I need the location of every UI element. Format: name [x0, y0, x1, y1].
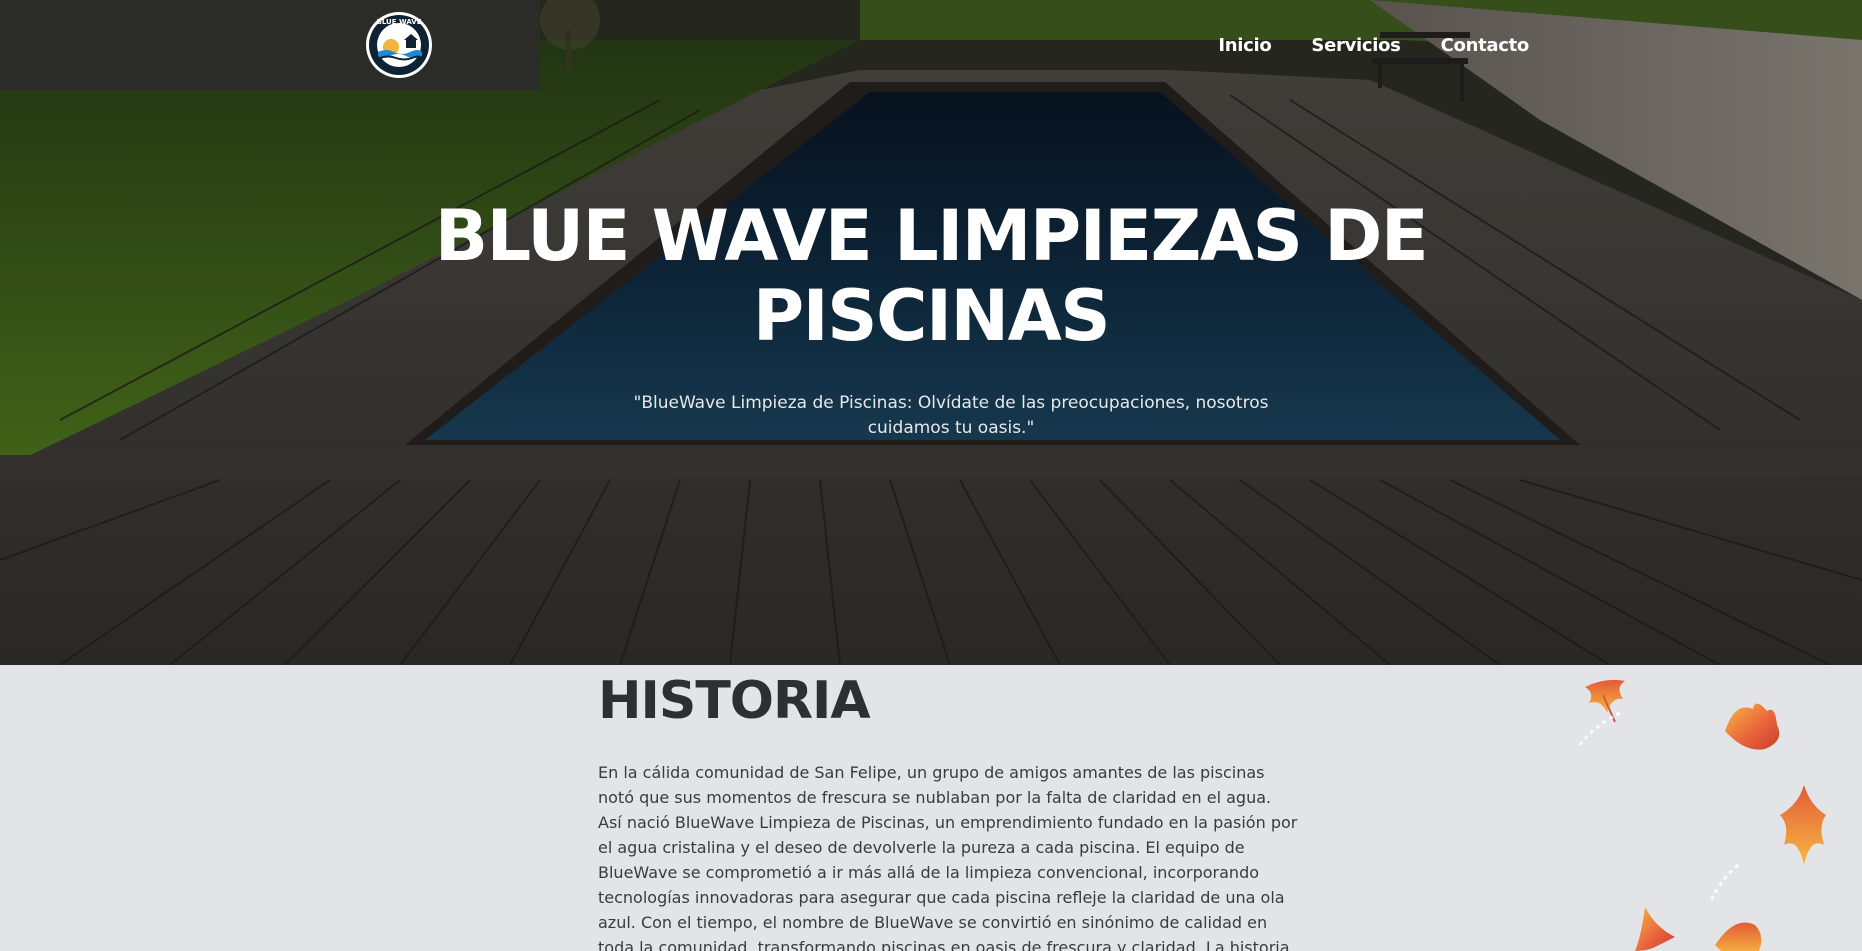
logo-icon: BLUE WAVE	[366, 12, 432, 78]
hero-section: BLUE WAVE Inicio Servicios Contacto BLUE…	[0, 0, 1862, 665]
svg-text:BLUE WAVE: BLUE WAVE	[377, 18, 422, 26]
autumn-leaf-icon	[1585, 679, 1625, 723]
main-nav: Inicio Servicios Contacto	[1218, 35, 1529, 57]
historia-paragraph: En la cálida comunidad de San Felipe, un…	[598, 763, 1298, 951]
autumn-leaf-icon	[1780, 785, 1826, 865]
historia-title: HISTORIA	[598, 671, 871, 731]
blue-wave-logo[interactable]: BLUE WAVE	[360, 10, 438, 80]
autumn-leaf-icon	[1635, 907, 1675, 951]
historia-section: HISTORIA En la cálida comunidad de San F…	[0, 665, 1862, 951]
nav-link-inicio[interactable]: Inicio	[1218, 35, 1271, 57]
hero-subtitle: "BlueWave Limpieza de Piscinas: Olvídate…	[633, 393, 1269, 438]
autumn-leaves-decoration	[1578, 679, 1826, 951]
autumn-leaf-icon	[1715, 922, 1762, 951]
nav-link-contacto[interactable]: Contacto	[1441, 35, 1530, 57]
hero-title: BLUE WAVE LIMPIEZAS DE PISCINAS	[434, 195, 1429, 357]
autumn-leaf-icon	[1725, 703, 1780, 750]
nav-link-servicios[interactable]: Servicios	[1311, 35, 1400, 57]
